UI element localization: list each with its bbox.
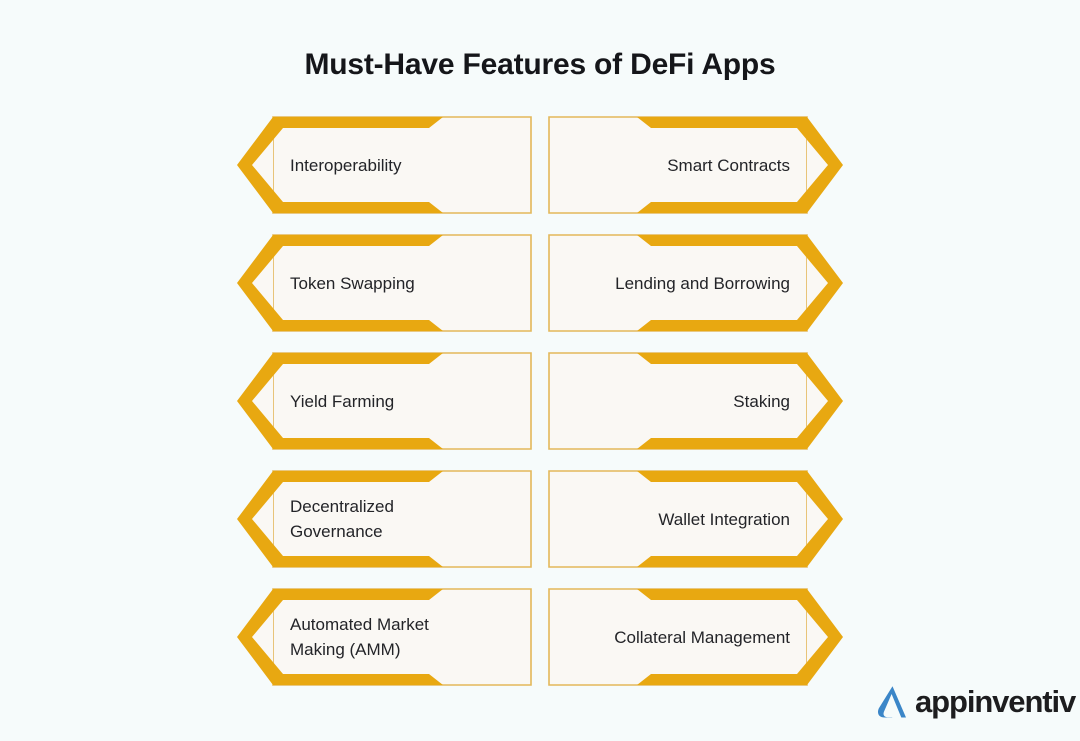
appinventiv-a-mark-icon: [877, 686, 906, 718]
page-title: Must-Have Features of DeFi Apps: [304, 48, 776, 81]
feature-card: Interoperability: [233, 113, 541, 217]
infographic-root: Must-Have Features of DeFi Apps Interope…: [0, 0, 1080, 741]
feature-card: Token Swapping: [233, 231, 541, 335]
feature-grid: Interoperability Token Swapping Yield Farm…: [0, 113, 1080, 693]
feature-card: Yield Farming: [233, 349, 541, 453]
feature-card: Staking: [539, 349, 847, 453]
feature-card: Smart Contracts: [539, 113, 847, 217]
feature-card: Wallet Integration: [539, 467, 847, 571]
feature-card: Decentralized Governance: [233, 467, 541, 571]
feature-card: Lending and Borrowing: [539, 231, 847, 335]
feature-card: Automated Market Making (AMM): [233, 585, 541, 689]
feature-card: Collateral Management: [539, 585, 847, 689]
appinventiv-wordmark: appinventiv: [915, 684, 1076, 719]
appinventiv-logo: appinventiv: [872, 679, 1076, 725]
